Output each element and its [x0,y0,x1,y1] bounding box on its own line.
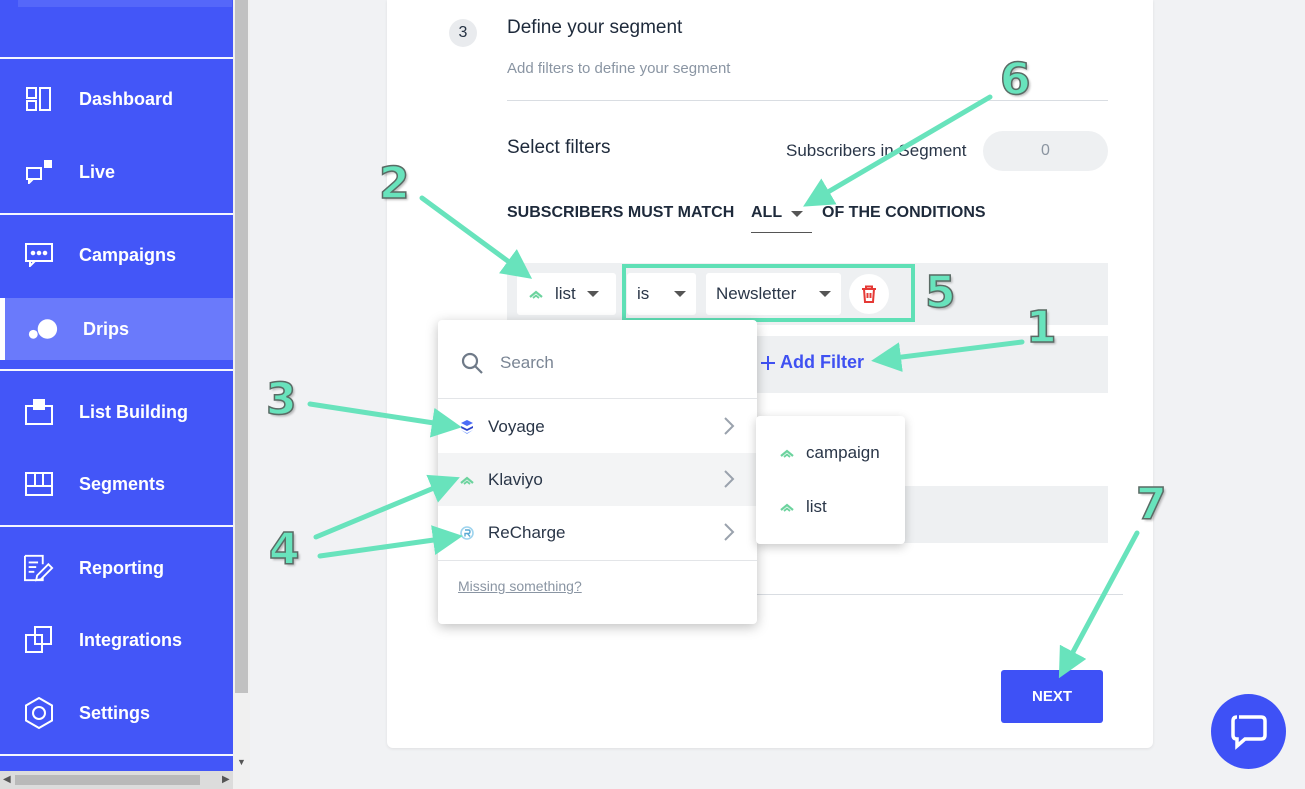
annotation-number: 2 [378,157,410,210]
chat-button[interactable] [1211,694,1286,769]
sidebar-item-label: Reporting [79,557,164,578]
missing-something-link[interactable]: Missing something? [458,578,582,594]
field-value: list [555,284,576,303]
next-button[interactable]: NEXT [1001,670,1103,723]
add-filter-label: Add Filter [780,352,864,372]
submenu-item-label: campaign [806,443,880,462]
settings-icon [24,697,54,729]
dropdown-divider [438,560,757,561]
sidebar-item-live[interactable]: Live [0,142,233,202]
add-filter-button[interactable]: Add Filter [760,352,864,373]
plus-icon [760,355,776,371]
step-title: Define your segment [507,17,683,38]
vertical-scrollbar[interactable]: ▼ [233,0,250,789]
scroll-right-icon[interactable]: ▶ [222,774,230,785]
sidebar-item-label: Settings [79,702,151,723]
scroll-left-icon[interactable]: ◀ [3,774,11,785]
segments-icon [24,469,54,499]
scrollbar-thumb[interactable] [235,0,248,693]
sidebar-item-label: Integrations [79,629,183,650]
sidebar-divider [0,754,233,756]
sidebar-top-item[interactable] [18,0,232,7]
annotation-number: 1 [1025,301,1057,354]
campaigns-icon [24,240,54,270]
chevron-right-icon [723,522,735,547]
sidebar-item-label: List Building [79,401,188,422]
caret-down-icon [587,291,599,297]
sidebar-item-drips[interactable]: Drips [0,298,233,360]
klaviyo-submenu: campaign list [756,416,905,544]
subscribers-label: Subscribers in Segment [786,141,967,160]
sidebar-item-list-building[interactable]: List Building [0,382,233,442]
annotation-number: 4 [268,523,300,576]
select-filters-heading: Select filters [507,137,611,158]
sidebar-item-integrations[interactable]: Integrations [0,610,233,670]
match-select[interactable]: ALL [751,204,812,233]
integrations-icon [24,625,54,655]
scroll-down-icon[interactable]: ▼ [237,757,246,767]
reporting-icon [24,553,54,583]
step-subtitle: Add filters to define your segment [507,60,731,77]
dropdown-item-label: ReCharge [488,522,566,542]
active-indicator [0,298,5,360]
sidebar-item-label: Dashboard [79,88,174,109]
dropdown-item-recharge[interactable]: ReCharge [438,506,757,559]
live-icon [24,157,54,187]
sidebar-item-label: Live [79,161,116,182]
sidebar-item-settings[interactable]: Settings [0,683,233,743]
sidebar-item-dashboard[interactable]: Dashboard [0,69,233,129]
match-value: ALL [751,204,783,221]
chat-icon [1229,713,1269,751]
sidebar-divider [0,369,233,371]
chevron-right-icon [723,469,735,494]
horizontal-scrollbar[interactable]: ◀ ▶ [0,771,233,789]
dropdown-item-label: Voyage [488,416,545,436]
dropdown-item-label: Klaviyo [488,469,543,489]
sidebar-divider [0,57,233,59]
sidebar-item-label: Drips [83,318,130,339]
klaviyo-icon [780,448,794,458]
submenu-item-label: list [806,497,827,516]
sidebar-item-label: Segments [79,473,166,494]
sidebar-item-segments[interactable]: Segments [0,454,233,514]
sidebar-divider [0,525,233,527]
sidebar-item-campaigns[interactable]: Campaigns [0,225,233,285]
dropdown-search[interactable]: Search [438,320,757,399]
sidebar-item-label: Campaigns [79,244,177,265]
scrollbar-thumb[interactable] [15,775,200,785]
dropdown-item-voyage[interactable]: Voyage [438,400,757,453]
voyage-icon [460,419,474,434]
step-number: 3 [449,19,477,47]
recharge-icon [460,525,474,540]
sidebar-item-reporting[interactable]: Reporting [0,538,233,598]
klaviyo-icon [529,289,543,299]
caret-down-icon [791,211,803,217]
list-building-icon [24,397,54,427]
sidebar-divider [0,213,233,215]
annotation-number: 3 [265,373,297,426]
match-prefix: SUBSCRIBERS MUST MATCH [507,204,735,221]
annotation-highlight-box [622,264,915,322]
klaviyo-icon [460,473,474,487]
chevron-right-icon [723,416,735,441]
subscribers-count: 0 [983,131,1108,171]
annotation-number: 7 [1135,478,1167,531]
annotation-number: 5 [924,266,956,319]
dashboard-icon [24,84,54,114]
field-select[interactable]: list [517,273,616,315]
sidebar: Dashboard Live Campaigns Drips List Buil… [0,0,233,789]
annotation-number: 6 [999,53,1031,106]
search-icon [460,351,484,375]
dropdown-item-klaviyo[interactable]: Klaviyo [438,453,757,506]
submenu-item-campaign[interactable]: campaign [756,428,905,478]
submenu-item-list[interactable]: list [756,482,905,532]
klaviyo-icon [780,502,794,512]
search-input[interactable]: Search [500,353,554,373]
drips-icon [28,314,58,344]
match-suffix: OF THE CONDITIONS [822,204,986,221]
